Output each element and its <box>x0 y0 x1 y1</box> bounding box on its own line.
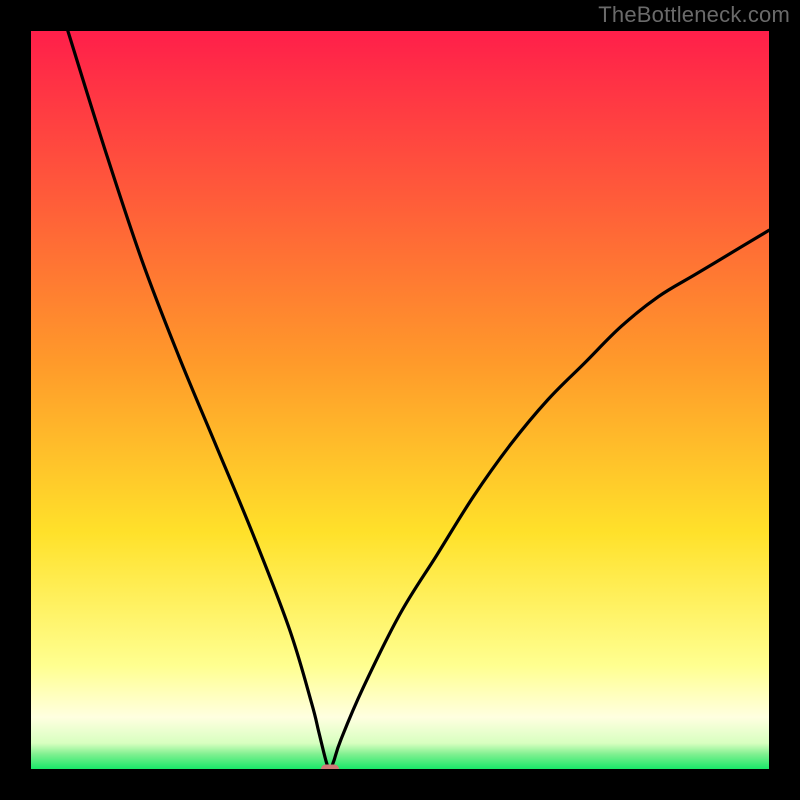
watermark-text: TheBottleneck.com <box>598 2 790 28</box>
chart-outer-frame: TheBottleneck.com <box>0 0 800 800</box>
minimum-marker <box>321 765 339 770</box>
plot-area <box>31 31 769 769</box>
bottleneck-curve <box>31 31 769 769</box>
